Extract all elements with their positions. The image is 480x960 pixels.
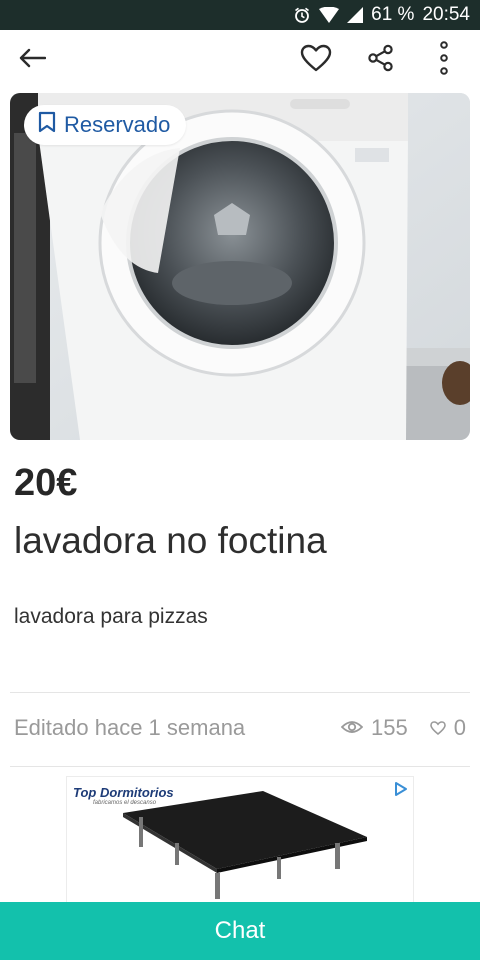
views-count: 155 [371, 715, 408, 740]
heart-small-icon [429, 715, 446, 741]
wifi-icon [319, 7, 340, 23]
share-icon [367, 44, 395, 77]
divider [10, 692, 470, 693]
clock: 20:54 [422, 4, 470, 25]
favorite-button[interactable] [296, 40, 336, 80]
share-button[interactable] [361, 40, 401, 80]
reserved-badge: Reservado [24, 105, 187, 145]
more-options-button[interactable] [424, 40, 464, 80]
back-button[interactable] [12, 40, 52, 80]
reserved-label: Reservado [64, 112, 171, 137]
listing-title: lavadora no foctina [14, 520, 327, 561]
eye-icon [340, 715, 364, 741]
status-bar: 61 % 20:54 [0, 0, 480, 30]
signal-icon [347, 7, 364, 23]
more-vert-icon [439, 40, 449, 80]
chat-button[interactable]: Chat [0, 902, 480, 960]
divider [10, 766, 470, 767]
listing-description: lavadora para pizzas [14, 605, 208, 628]
price: 20€ [14, 462, 78, 504]
alarm-icon [293, 6, 311, 24]
back-arrow-icon [18, 48, 47, 73]
listing-stats: 155 0 [340, 715, 466, 741]
ad-banner[interactable]: Top Dormitorios fabricamos el descanso [66, 776, 414, 904]
views-stat: 155 [340, 715, 408, 741]
favorites-count: 0 [453, 715, 466, 740]
product-photo[interactable] [10, 93, 470, 440]
edited-date: Editado hace 1 semana [14, 715, 246, 740]
battery-level: 61 % [371, 4, 415, 25]
bookmark-icon [38, 111, 56, 139]
app-bar [0, 30, 480, 90]
heart-icon [300, 44, 332, 77]
listing-meta: Editado hace 1 semana 155 0 [14, 712, 466, 744]
ad-product-image [123, 791, 367, 899]
chat-label: Chat [214, 917, 266, 944]
favorites-stat: 0 [429, 715, 466, 741]
